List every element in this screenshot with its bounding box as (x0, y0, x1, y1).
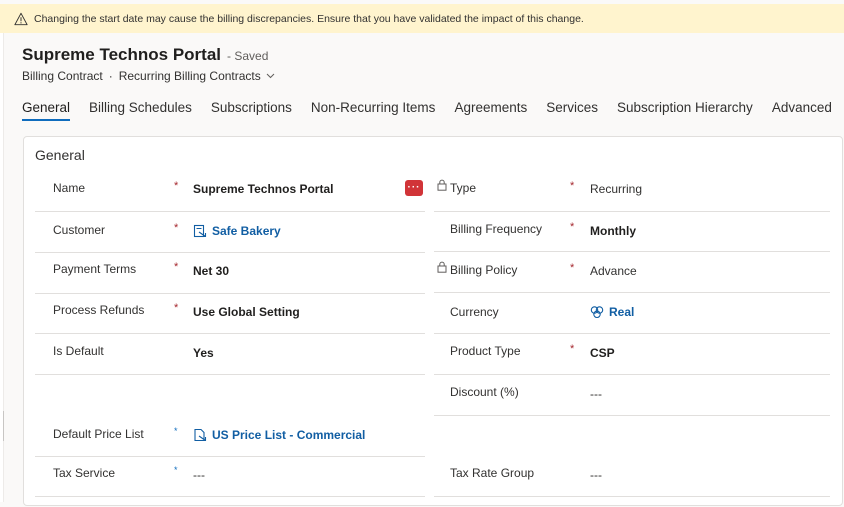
divider (35, 211, 425, 212)
field-process-refunds: Process Refunds * Use Global Setting (53, 302, 433, 344)
field-billing-frequency: Billing Frequency * Monthly (450, 221, 830, 263)
save-status: - Saved (227, 49, 269, 63)
tab-general[interactable]: General (22, 100, 71, 121)
currency-value[interactable]: Real (609, 305, 634, 319)
product-type-select[interactable]: CSP (590, 346, 615, 360)
divider (35, 456, 425, 457)
form-tabs: General Billing Schedules Subscriptions … (22, 100, 844, 121)
field-label: Tax Rate Group (450, 466, 535, 480)
discount-input[interactable]: --- (590, 387, 602, 401)
field-product-type: Product Type * CSP (450, 343, 830, 385)
chevron-down-icon[interactable] (266, 73, 275, 79)
form-selector[interactable]: Recurring Billing Contracts (119, 69, 261, 83)
field-label: Payment Terms (53, 262, 137, 276)
warning-message: Changing the start date may cause the bi… (34, 12, 584, 25)
field-is-default: Is Default Yes (53, 344, 433, 385)
divider (35, 496, 425, 497)
process-refunds-select[interactable]: Use Global Setting (193, 305, 300, 319)
tab-advanced[interactable]: Advanced (772, 100, 832, 121)
field-type: Type * Recurring (450, 180, 830, 222)
left-edge-handle[interactable] (0, 411, 4, 441)
breadcrumb-separator: · (108, 69, 113, 83)
field-tax-rate-group: Tax Rate Group --- (450, 466, 830, 507)
currency-lookup[interactable]: Real (590, 305, 634, 319)
field-customer: Customer * Safe Bakery (53, 222, 433, 264)
divider (434, 374, 830, 375)
tab-non-recurring-items[interactable]: Non-Recurring Items (311, 100, 436, 121)
divider (35, 333, 425, 334)
divider (434, 251, 830, 252)
billing-frequency-select[interactable]: Monthly (590, 224, 636, 238)
warning-icon (14, 12, 28, 25)
field-label: Billing Policy (450, 263, 518, 277)
divider (35, 252, 425, 253)
payment-terms-select[interactable]: Net 30 (193, 264, 229, 278)
field-label: Is Default (53, 344, 104, 358)
field-default-price-list: Default Price List * US Price List - Com… (53, 426, 433, 468)
currency-icon (590, 306, 604, 319)
is-default-toggle[interactable]: Yes (193, 346, 214, 360)
divider (434, 211, 830, 212)
field-label: Billing Frequency (450, 222, 543, 236)
price-list-lookup[interactable]: US Price List - Commercial (193, 428, 365, 442)
ellipsis-alert-button[interactable]: ··· (405, 180, 423, 196)
divider (35, 374, 425, 375)
required-indicator: * (174, 261, 179, 273)
record-header: Supreme Technos Portal - Saved Billing C… (22, 45, 275, 83)
general-section: General Name * Supreme Technos Portal ··… (23, 136, 843, 506)
customer-value[interactable]: Safe Bakery (212, 224, 281, 238)
field-label: Name (53, 181, 86, 195)
left-edge-panel (0, 33, 4, 502)
lock-icon (437, 179, 447, 191)
required-indicator: * (570, 262, 575, 274)
billing-policy-select: Advance (590, 264, 637, 278)
field-label: Type (450, 181, 477, 195)
tax-rate-group-lookup[interactable]: --- (590, 468, 602, 482)
divider (434, 415, 830, 416)
tax-service-lookup[interactable]: --- (193, 468, 205, 482)
required-indicator: * (570, 180, 575, 192)
field-label: Discount (%) (450, 385, 519, 399)
divider (434, 292, 830, 293)
field-label: Process Refunds (53, 303, 145, 317)
field-tax-service: Tax Service * --- (53, 465, 433, 507)
field-label: Customer (53, 223, 106, 237)
warning-banner: Changing the start date may cause the bi… (0, 4, 844, 33)
field-name: Name * Supreme Technos Portal (53, 180, 433, 222)
name-input[interactable]: Supreme Technos Portal (193, 182, 333, 196)
tab-subscriptions[interactable]: Subscriptions (211, 100, 292, 121)
section-title: General (35, 147, 85, 163)
field-payment-terms: Payment Terms * Net 30 (53, 261, 433, 303)
tab-services[interactable]: Services (546, 100, 598, 121)
price-list-value[interactable]: US Price List - Commercial (212, 428, 365, 442)
account-icon (193, 224, 207, 238)
required-indicator: * (174, 180, 179, 192)
required-indicator: * (570, 221, 575, 233)
recommended-indicator: * (174, 426, 178, 436)
tab-billing-schedules[interactable]: Billing Schedules (89, 100, 192, 121)
required-indicator: * (174, 302, 179, 314)
field-label: Currency (450, 305, 499, 319)
record-title: Supreme Technos Portal (22, 45, 222, 64)
field-label: Default Price List (53, 427, 144, 441)
divider (434, 333, 830, 334)
tab-agreements[interactable]: Agreements (454, 100, 527, 121)
divider (434, 496, 830, 497)
field-label: Product Type (450, 344, 521, 358)
tab-subscription-hierarchy[interactable]: Subscription Hierarchy (617, 100, 753, 121)
lock-icon (437, 261, 447, 273)
field-discount: Discount (%) --- (450, 385, 830, 426)
customer-lookup[interactable]: Safe Bakery (193, 224, 281, 238)
required-indicator: * (174, 222, 179, 234)
price-list-icon (194, 428, 207, 442)
field-currency: Currency Real (450, 305, 830, 346)
required-indicator: * (570, 343, 575, 355)
recommended-indicator: * (174, 465, 178, 475)
field-label: Tax Service (53, 466, 116, 480)
divider (35, 293, 425, 294)
field-billing-policy: Billing Policy * Advance (450, 262, 830, 304)
type-select: Recurring (590, 182, 643, 196)
entity-name: Billing Contract (22, 69, 103, 83)
